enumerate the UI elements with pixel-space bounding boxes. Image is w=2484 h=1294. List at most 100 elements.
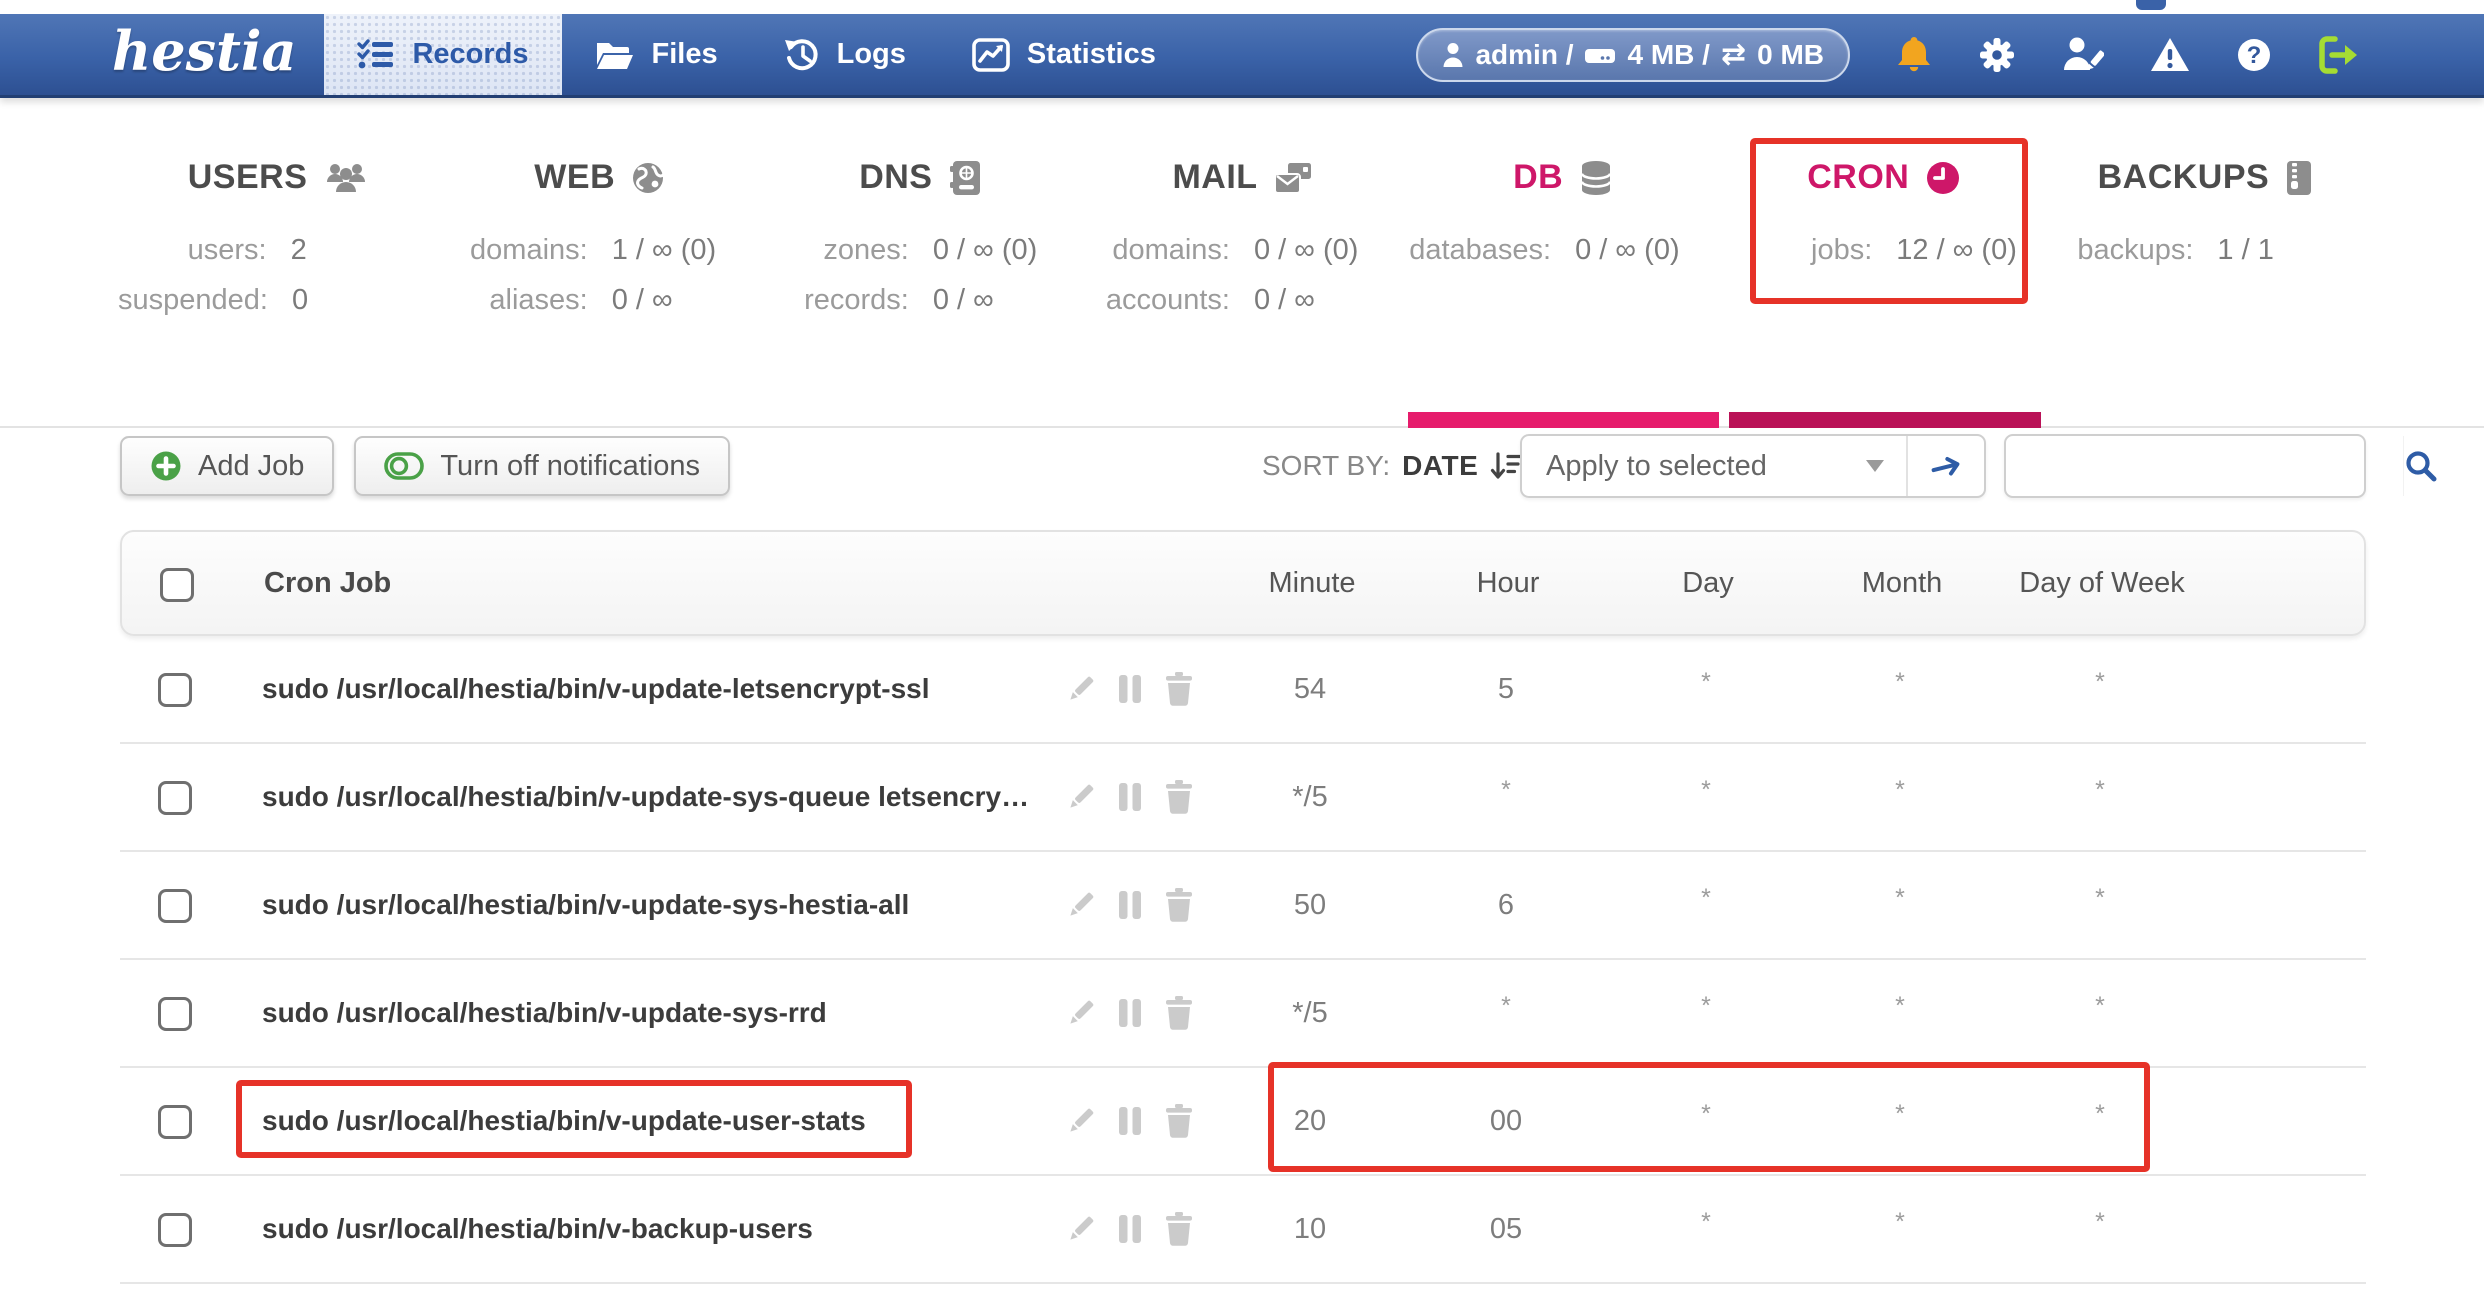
- suspend-icon[interactable]: [1117, 673, 1143, 705]
- stat-title: MAIL: [1172, 158, 1257, 197]
- stat-label: domains:: [1081, 225, 1230, 275]
- stat-title: DB: [1513, 158, 1563, 197]
- stat-value: 0 / ∞ (0): [1254, 225, 1403, 275]
- tab-statistics[interactable]: Statistics: [939, 14, 1189, 95]
- navbar: hestia Records: [0, 14, 2484, 98]
- edit-icon[interactable]: [1065, 673, 1097, 705]
- stat-value: 1 / 1: [2217, 225, 2366, 275]
- edit-icon[interactable]: [1065, 997, 1097, 1029]
- stat-cron[interactable]: CRON jobs:12 / ∞ (0): [1724, 98, 2045, 325]
- row-checkbox[interactable]: [158, 889, 192, 923]
- notifications-label: Turn off notifications: [440, 450, 700, 483]
- sort-value: DATE: [1402, 450, 1478, 482]
- day-value: *: [1701, 1176, 1711, 1282]
- help-icon[interactable]: ?: [2236, 37, 2272, 73]
- minute-value: 10: [1294, 1176, 1326, 1282]
- apply-to-selected-dropdown[interactable]: Apply to selected: [1520, 434, 1986, 498]
- svg-text:?: ?: [2247, 42, 2262, 69]
- settings-gear-icon[interactable]: [1978, 36, 2016, 74]
- tab-logs[interactable]: Logs: [751, 14, 939, 95]
- suspend-icon[interactable]: [1117, 889, 1143, 921]
- delete-icon[interactable]: [1163, 1212, 1195, 1246]
- search-input[interactable]: [2006, 436, 2403, 496]
- stat-label: backups:: [2045, 225, 2194, 275]
- turn-off-notifications-button[interactable]: Turn off notifications: [354, 436, 730, 496]
- suspend-icon[interactable]: [1117, 781, 1143, 813]
- month-value: *: [1895, 744, 1905, 850]
- bandwidth-usage: 0 MB: [1757, 39, 1824, 71]
- table-row: sudo /usr/local/hestia/bin/v-update-sys-…: [120, 960, 2366, 1068]
- edit-icon[interactable]: [1065, 1213, 1097, 1245]
- stat-label: jobs:: [1724, 225, 1873, 275]
- sort-by-label: SORT BY:: [1262, 450, 1390, 482]
- suspend-icon[interactable]: [1117, 1213, 1143, 1245]
- stat-dns[interactable]: DNS zones:0 / ∞ (0) records:0 / ∞: [760, 98, 1081, 325]
- disk-usage: 4 MB /: [1627, 39, 1709, 71]
- minute-value: 20: [1294, 1068, 1326, 1174]
- user-edit-icon[interactable]: [2062, 37, 2104, 73]
- column-header-hour: Hour: [1477, 532, 1540, 634]
- nav-tabs: Records Files Logs: [324, 14, 1188, 95]
- stat-title: USERS: [188, 158, 308, 197]
- day-value: *: [1701, 1068, 1711, 1174]
- edit-icon[interactable]: [1065, 781, 1097, 813]
- row-checkbox[interactable]: [158, 781, 192, 815]
- tab-records[interactable]: Records: [324, 14, 561, 95]
- row-checkbox[interactable]: [158, 673, 192, 707]
- cron-command: sudo /usr/local/hestia/bin/v-update-sys-…: [262, 744, 1029, 850]
- table-row-highlighted: sudo /usr/local/hestia/bin/v-update-user…: [120, 1068, 2366, 1176]
- user-usage-pill[interactable]: admin / 4 MB / ⇄ 0 MB: [1416, 28, 1850, 82]
- notifications-bell-icon[interactable]: [1896, 36, 1932, 74]
- stat-value: 0 / ∞: [933, 275, 1082, 325]
- stat-label: aliases:: [439, 275, 588, 325]
- toggle-icon: [384, 451, 424, 481]
- hour-value: 6: [1498, 852, 1514, 958]
- warning-icon[interactable]: [2150, 37, 2190, 73]
- select-all-checkbox[interactable]: [160, 568, 194, 602]
- delete-icon[interactable]: [1163, 996, 1195, 1030]
- day-of-week-value: *: [2095, 960, 2105, 1066]
- stat-title: DNS: [859, 158, 932, 197]
- minute-value: 50: [1294, 852, 1326, 958]
- navbar-right: admin / 4 MB / ⇄ 0 MB: [1416, 14, 2358, 95]
- stat-value: 1 / ∞ (0): [612, 225, 761, 275]
- delete-icon[interactable]: [1163, 1104, 1195, 1138]
- tab-files[interactable]: Files: [562, 14, 751, 95]
- stat-backups[interactable]: BACKUPS backups:1 / 1: [2045, 98, 2366, 325]
- cron-command: sudo /usr/local/hestia/bin/v-backup-user…: [262, 1176, 813, 1282]
- stat-db[interactable]: DB databases:0 / ∞ (0): [1403, 98, 1724, 325]
- edit-icon[interactable]: [1065, 889, 1097, 921]
- suspend-icon[interactable]: [1117, 997, 1143, 1029]
- tab-label: Records: [412, 38, 528, 71]
- day-of-week-value: *: [2095, 744, 2105, 850]
- history-icon: [784, 37, 820, 73]
- hour-value: *: [1501, 960, 1511, 1066]
- column-header-day: Day: [1682, 532, 1734, 634]
- row-checkbox[interactable]: [158, 1213, 192, 1247]
- edit-icon[interactable]: [1065, 1105, 1097, 1137]
- row-checkbox[interactable]: [158, 1105, 192, 1139]
- search-icon[interactable]: [2403, 436, 2438, 496]
- file-zipper-icon: [2285, 160, 2313, 196]
- day-value: *: [1701, 636, 1711, 742]
- stat-label: domains:: [439, 225, 588, 275]
- stat-label: accounts:: [1081, 275, 1230, 325]
- suspend-icon[interactable]: [1117, 1105, 1143, 1137]
- user-icon: [1442, 42, 1464, 68]
- sort-control[interactable]: SORT BY: DATE: [1262, 436, 1524, 496]
- apply-arrow-button[interactable]: [1908, 451, 1984, 481]
- day-of-week-value: *: [2095, 636, 2105, 742]
- stat-mail[interactable]: MAIL domains:0 / ∞ (0) accounts:0 / ∞: [1081, 98, 1402, 325]
- stat-title: CRON: [1807, 158, 1909, 197]
- delete-icon[interactable]: [1163, 888, 1195, 922]
- row-checkbox[interactable]: [158, 997, 192, 1031]
- stat-users[interactable]: USERS users:2 suspended:0: [118, 98, 439, 325]
- stat-web[interactable]: WEB domains:1 / ∞ (0) aliases:0 / ∞: [439, 98, 760, 325]
- stat-label: records:: [760, 275, 909, 325]
- delete-icon[interactable]: [1163, 780, 1195, 814]
- delete-icon[interactable]: [1163, 672, 1195, 706]
- add-job-button[interactable]: Add Job: [120, 436, 334, 496]
- stat-value: 0 / ∞ (0): [933, 225, 1082, 275]
- table-row: sudo /usr/local/hestia/bin/v-backup-user…: [120, 1176, 2366, 1284]
- logout-icon[interactable]: [2318, 36, 2358, 74]
